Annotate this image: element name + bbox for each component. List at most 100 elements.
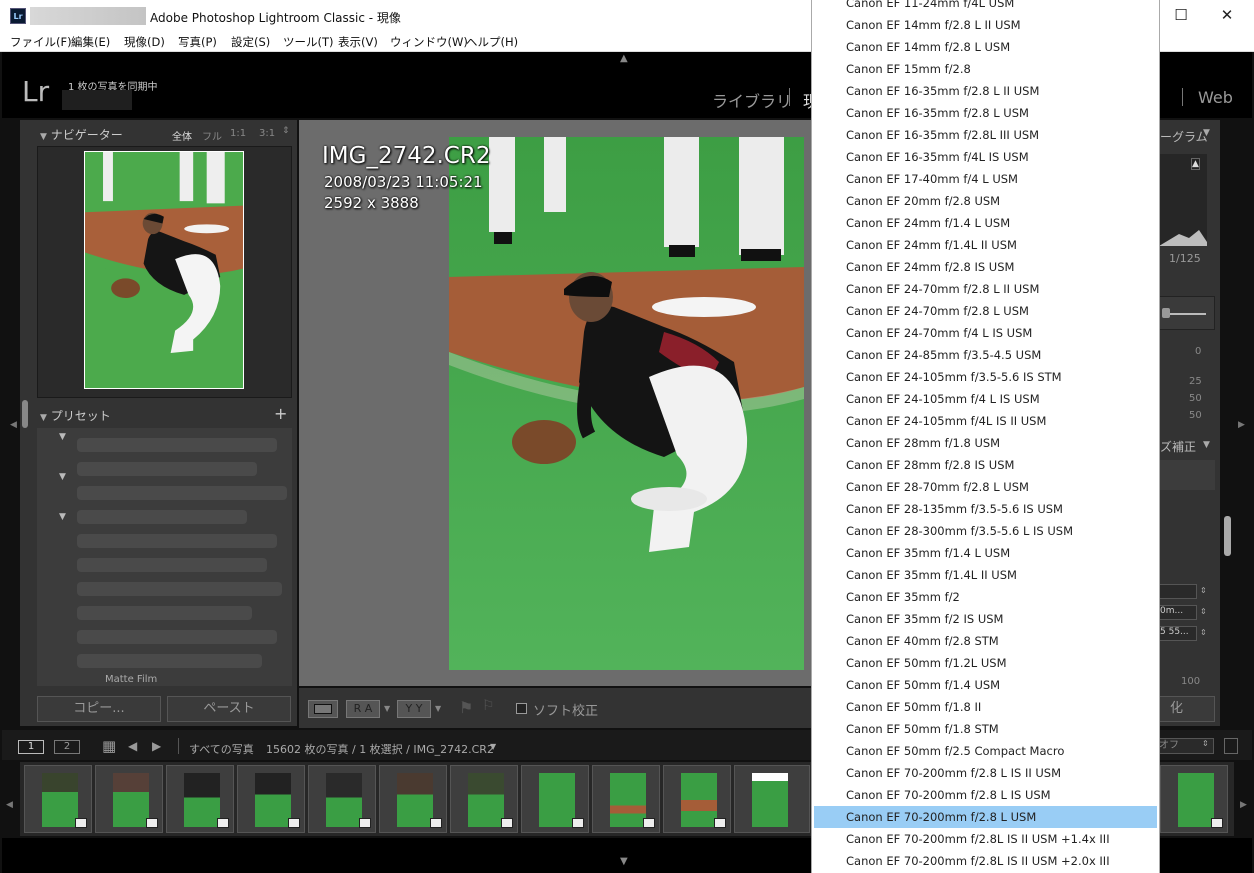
select-stepper-icon[interactable]: ⇕ xyxy=(1202,739,1209,748)
source-dropdown-icon[interactable]: ▼ xyxy=(490,742,496,751)
lens-option[interactable]: Canon EF 35mm f/2 IS USM xyxy=(814,608,1157,630)
menu-photo[interactable]: 写真(P) xyxy=(178,34,217,50)
zoom-fill[interactable]: フル xyxy=(202,128,222,143)
reject-flag-icon[interactable]: ⚐ xyxy=(482,698,495,714)
reset-button[interactable]: 化 xyxy=(1159,696,1215,722)
forward-arrow-icon[interactable]: ▶ xyxy=(152,739,161,753)
slider-value[interactable]: 25 xyxy=(1189,376,1202,387)
menu-help[interactable]: ヘルプ(H) xyxy=(466,34,518,50)
filmstrip-thumbnail[interactable] xyxy=(95,765,163,833)
lens-option[interactable]: Canon EF 24-85mm f/3.5-4.5 USM xyxy=(814,344,1157,366)
zoom-3-1[interactable]: 3:1 xyxy=(259,128,275,139)
zoom-stepper-icon[interactable]: ⇕ xyxy=(282,126,290,136)
lens-option[interactable]: Canon EF 50mm f/1.8 STM xyxy=(814,718,1157,740)
lens-option-selected[interactable]: Canon EF 70-200mm f/2.8 L USM xyxy=(814,806,1157,828)
swap-dropdown-icon[interactable]: ▼ xyxy=(435,704,441,713)
lens-model-dropdown-list[interactable]: Canon EF 11-24mm f/4L USM Canon EF 14mm f… xyxy=(811,0,1160,873)
lens-option[interactable]: Canon EF 11-24mm f/4L USM xyxy=(814,0,1157,14)
back-arrow-icon[interactable]: ◀ xyxy=(128,739,137,753)
right-panel-toggle-icon[interactable]: ▶ xyxy=(1238,420,1245,430)
preset-item[interactable]: Matte Film xyxy=(105,674,157,685)
flag-icon[interactable]: ⚑ xyxy=(459,698,473,717)
lens-option[interactable]: Canon EF 70-200mm f/2.8L IS II USM +1.4x… xyxy=(814,828,1157,850)
left-scrollbar[interactable] xyxy=(22,400,28,428)
main-photo[interactable] xyxy=(449,137,804,670)
left-panel-toggle-icon[interactable]: ◀ xyxy=(10,420,17,430)
lens-option[interactable]: Canon EF 15mm f/2.8 xyxy=(814,58,1157,80)
source-label[interactable]: すべての写真 xyxy=(189,741,254,757)
lens-option[interactable]: Canon EF 24-105mm f/3.5-5.6 IS STM xyxy=(814,366,1157,388)
tool-strip[interactable] xyxy=(1159,296,1215,330)
zoom-fit[interactable]: 全体 xyxy=(172,128,192,143)
collapse-triangle-icon[interactable]: ▼ xyxy=(1203,128,1210,138)
lens-make-select[interactable] xyxy=(1159,584,1197,599)
menu-develop[interactable]: 現像(D) xyxy=(124,34,165,50)
lens-option[interactable]: Canon EF 28mm f/2.8 IS USM xyxy=(814,454,1157,476)
lens-option[interactable]: Canon EF 28-70mm f/2.8 L USM xyxy=(814,476,1157,498)
folder-expand-icon[interactable]: ▼ xyxy=(59,512,66,522)
grid-view-icon[interactable]: ▦ xyxy=(102,737,116,755)
menu-window[interactable]: ウィンドウ(W) xyxy=(390,34,468,50)
loupe-view-button[interactable] xyxy=(308,700,338,718)
menu-edit[interactable]: 編集(E) xyxy=(71,34,110,50)
histogram-header[interactable]: ーグラム xyxy=(1160,128,1208,145)
lens-option[interactable]: Canon EF 16-35mm f/2.8L III USM xyxy=(814,124,1157,146)
lens-option[interactable]: Canon EF 70-200mm f/2.8L IS II USM +2.0x… xyxy=(814,850,1157,872)
second-window-button[interactable]: 2 xyxy=(54,740,80,754)
paste-settings-button[interactable]: ペースト xyxy=(167,696,291,722)
module-web[interactable]: Web xyxy=(1198,88,1233,107)
presets-header[interactable]: ▼ プリセット xyxy=(40,407,111,429)
slider-value[interactable]: 50 xyxy=(1189,393,1202,404)
lens-option[interactable]: Canon EF 24mm f/2.8 IS USM xyxy=(814,256,1157,278)
before-after-dropdown-icon[interactable]: ▼ xyxy=(384,704,390,713)
lens-option[interactable]: Canon EF 50mm f/1.2L USM xyxy=(814,652,1157,674)
lens-option[interactable]: Canon EF 40mm f/2.8 STM xyxy=(814,630,1157,652)
lens-option[interactable]: Canon EF 14mm f/2.8 L II USM xyxy=(814,14,1157,36)
add-preset-icon[interactable]: + xyxy=(274,404,287,423)
filmstrip-thumbnail[interactable] xyxy=(308,765,376,833)
navigator-preview[interactable] xyxy=(84,151,244,389)
lens-option[interactable]: Canon EF 24-105mm f/4 L IS USM xyxy=(814,388,1157,410)
photo-count-label[interactable]: 15602 枚の写真 / 1 枚選択 / IMG_2742.CR2 xyxy=(266,741,494,757)
filmstrip-thumbnail-selected[interactable] xyxy=(1160,765,1228,833)
collapse-triangle-icon[interactable]: ▼ xyxy=(1203,440,1210,450)
filmstrip-thumbnail[interactable] xyxy=(24,765,92,833)
lens-option[interactable]: Canon EF 28-300mm f/3.5-5.6 L IS USM xyxy=(814,520,1157,542)
lens-option[interactable]: Canon EF 24-70mm f/2.8 L II USM xyxy=(814,278,1157,300)
menu-settings[interactable]: 設定(S) xyxy=(231,34,270,50)
menu-view[interactable]: 表示(V) xyxy=(338,34,378,50)
copy-settings-button[interactable]: コピー... xyxy=(37,696,161,722)
lens-option[interactable]: Canon EF 16-35mm f/2.8 L USM xyxy=(814,102,1157,124)
folder-expand-icon[interactable]: ▼ xyxy=(59,472,66,482)
lens-option[interactable]: Canon EF 24-105mm f/4L IS II USM xyxy=(814,410,1157,432)
filmstrip-right-icon[interactable]: ▶ xyxy=(1240,800,1247,810)
lens-option[interactable]: Canon EF 35mm f/2 xyxy=(814,586,1157,608)
filmstrip-left-icon[interactable]: ◀ xyxy=(6,800,13,810)
soft-proof-checkbox[interactable] xyxy=(516,703,527,714)
lens-option[interactable]: Canon EF 16-35mm f/4L IS USM xyxy=(814,146,1157,168)
lens-model-select[interactable]: 0m... xyxy=(1159,605,1197,620)
menu-tools[interactable]: ツール(T) xyxy=(283,34,334,50)
filmstrip-thumbnail[interactable] xyxy=(166,765,234,833)
lens-option[interactable]: Canon EF 50mm f/1.8 II xyxy=(814,696,1157,718)
lens-profile-select[interactable]: 5 55... xyxy=(1159,626,1197,641)
lens-option[interactable]: Canon EF 24-70mm f/2.8 L USM xyxy=(814,300,1157,322)
maximize-button[interactable]: ☐ xyxy=(1158,0,1204,31)
lens-option[interactable]: Canon EF 35mm f/1.4L II USM xyxy=(814,564,1157,586)
filmstrip-thumbnail[interactable] xyxy=(734,765,810,833)
filmstrip-thumbnail[interactable] xyxy=(450,765,518,833)
lens-option[interactable]: Canon EF 28-135mm f/3.5-5.6 IS USM xyxy=(814,498,1157,520)
lens-correction-header[interactable]: ズ補正 xyxy=(1160,438,1196,455)
lens-option[interactable]: Canon EF 70-200mm f/2.8 L IS II USM xyxy=(814,762,1157,784)
correction-tabs[interactable] xyxy=(1159,460,1215,490)
filmstrip-thumbnail[interactable] xyxy=(663,765,731,833)
select-stepper-icon[interactable]: ⇕ xyxy=(1200,586,1207,595)
main-window-button[interactable]: 1 xyxy=(18,740,44,754)
module-library[interactable]: ライブラリ xyxy=(712,88,792,112)
before-after-button[interactable]: R A xyxy=(346,700,380,718)
lens-option[interactable]: Canon EF 17-40mm f/4 L USM xyxy=(814,168,1157,190)
close-button[interactable]: ✕ xyxy=(1204,0,1250,31)
filmstrip-thumbnail[interactable] xyxy=(237,765,305,833)
navigator-header[interactable]: ▼ ナビゲーター xyxy=(40,126,123,148)
lens-option[interactable]: Canon EF 50mm f/1.4 USM xyxy=(814,674,1157,696)
